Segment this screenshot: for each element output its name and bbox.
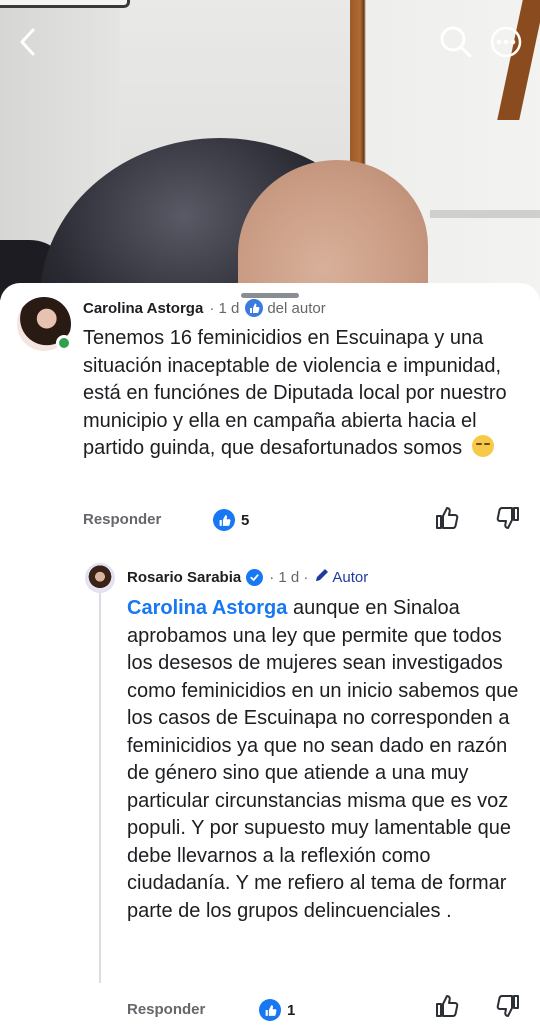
reply-reactions[interactable]: 1 — [259, 999, 295, 1021]
downvote-icon[interactable] — [495, 993, 521, 1019]
background-shelf — [430, 210, 540, 218]
reply-text-content: aunque en Sinaloa aprobamos una ley que … — [127, 597, 519, 922]
mention-link[interactable]: Carolina Astorga — [127, 597, 287, 619]
background-frame — [0, 0, 130, 8]
comment-text-content: Tenemos 16 feminicidios en Escuinapa y u… — [83, 327, 507, 459]
verified-badge-icon — [246, 568, 264, 586]
more-horizontal-icon[interactable] — [486, 22, 526, 62]
reply-time: · 1 d · — [269, 568, 309, 586]
comment-time: · 1 d — [209, 299, 240, 317]
reply-button[interactable]: Responder — [83, 511, 161, 528]
comment-actions: Responder — [83, 511, 161, 528]
comment-header: Carolina Astorga · 1 d del autor — [83, 299, 326, 317]
like-reaction-icon — [259, 999, 281, 1021]
sheet-grabber[interactable] — [241, 293, 299, 298]
upvote-icon[interactable] — [434, 505, 460, 531]
reaction-count: 5 — [241, 511, 250, 529]
thread-line — [99, 593, 101, 983]
online-status-dot — [56, 335, 72, 351]
reaction-count: 1 — [287, 1001, 296, 1019]
pencil-icon — [314, 567, 330, 587]
pensive-face-icon — [471, 435, 494, 457]
reply-author[interactable]: Rosario Sarabia — [127, 569, 241, 586]
reply-text: Carolina Astorga aunque en Sinaloa aprob… — [127, 595, 527, 925]
comment-badge-label: del autor — [267, 299, 326, 317]
search-icon[interactable] — [436, 22, 476, 62]
author-badge-label: Autor — [332, 568, 369, 586]
chevron-left-icon[interactable] — [8, 22, 48, 62]
comments-sheet: Carolina Astorga · 1 d del autor Tenemos… — [0, 283, 540, 1027]
top-fan-icon — [245, 299, 264, 317]
comment-author[interactable]: Carolina Astorga — [83, 300, 203, 317]
reply-button[interactable]: Responder — [127, 1001, 205, 1018]
comment-text: Tenemos 16 feminicidios en Escuinapa y u… — [83, 325, 535, 463]
downvote-icon[interactable] — [495, 505, 521, 531]
reply-actions: Responder — [127, 1001, 205, 1018]
like-reaction-icon — [213, 509, 235, 531]
comment-reactions[interactable]: 5 — [213, 509, 249, 531]
upvote-icon[interactable] — [434, 993, 460, 1019]
reply-avatar[interactable] — [85, 563, 115, 593]
reply-header: Rosario Sarabia · 1 d · Autor — [127, 567, 368, 587]
